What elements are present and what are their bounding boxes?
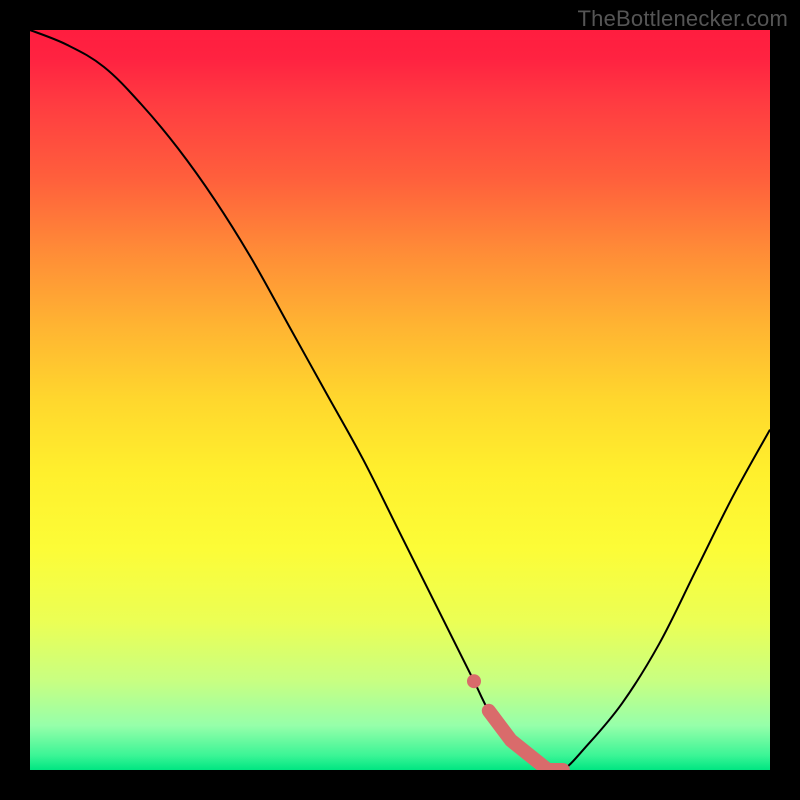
bottleneck-curve-path — [30, 30, 770, 770]
bottleneck-curve-svg — [30, 30, 770, 770]
watermark-text: TheBottlenecker.com — [578, 6, 788, 32]
optimal-region-marker — [489, 711, 563, 770]
optimal-region-start-dot — [467, 674, 481, 688]
plot-area — [30, 30, 770, 770]
